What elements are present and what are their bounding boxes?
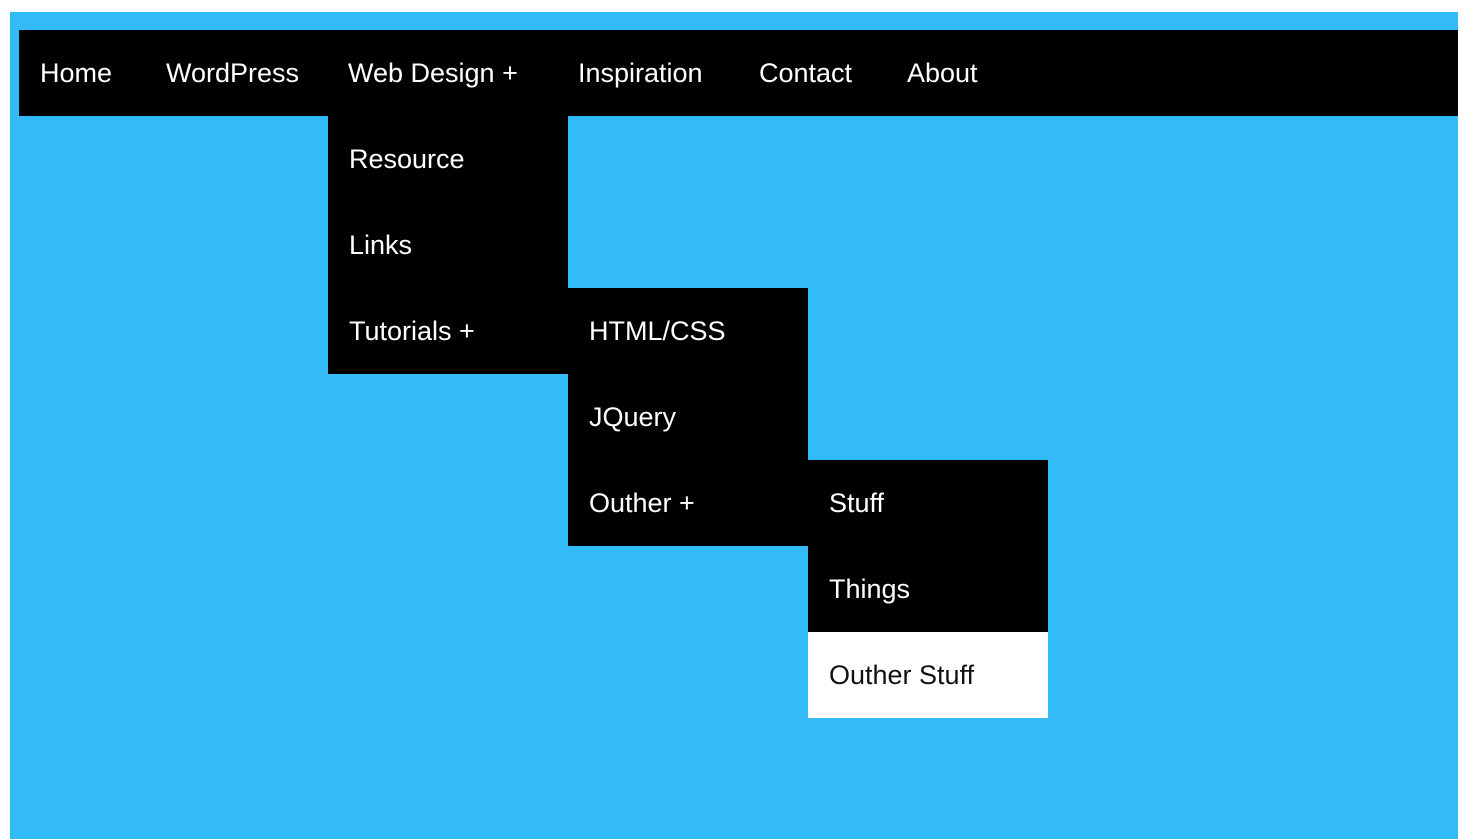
nav-item-contact[interactable]: Contact xyxy=(759,30,852,116)
nav-item-about[interactable]: About xyxy=(907,30,978,116)
page-background: Home WordPress Web Design + Inspiration … xyxy=(10,12,1458,839)
menu-item-tutorials[interactable]: Tutorials + xyxy=(328,288,568,374)
main-nav-bar: Home WordPress Web Design + Inspiration … xyxy=(19,30,1458,116)
tutorials-flyout: HTML/CSS JQuery Outher + xyxy=(568,288,808,546)
nav-item-web-design[interactable]: Web Design + xyxy=(348,30,518,116)
web-design-dropdown: Resource Links Tutorials + xyxy=(328,116,568,374)
menu-item-jquery[interactable]: JQuery xyxy=(568,374,808,460)
menu-item-resource[interactable]: Resource xyxy=(328,116,568,202)
outher-flyout: Stuff Things Outher Stuff xyxy=(808,460,1048,718)
nav-item-inspiration[interactable]: Inspiration xyxy=(578,30,703,116)
menu-item-things[interactable]: Things xyxy=(808,546,1048,632)
nav-item-home[interactable]: Home xyxy=(40,30,112,116)
menu-item-outher[interactable]: Outher + xyxy=(568,460,808,546)
menu-item-links[interactable]: Links xyxy=(328,202,568,288)
menu-item-stuff[interactable]: Stuff xyxy=(808,460,1048,546)
menu-item-html-css[interactable]: HTML/CSS xyxy=(568,288,808,374)
nav-item-wordpress[interactable]: WordPress xyxy=(166,30,299,116)
menu-item-outher-stuff[interactable]: Outher Stuff xyxy=(808,632,1048,718)
